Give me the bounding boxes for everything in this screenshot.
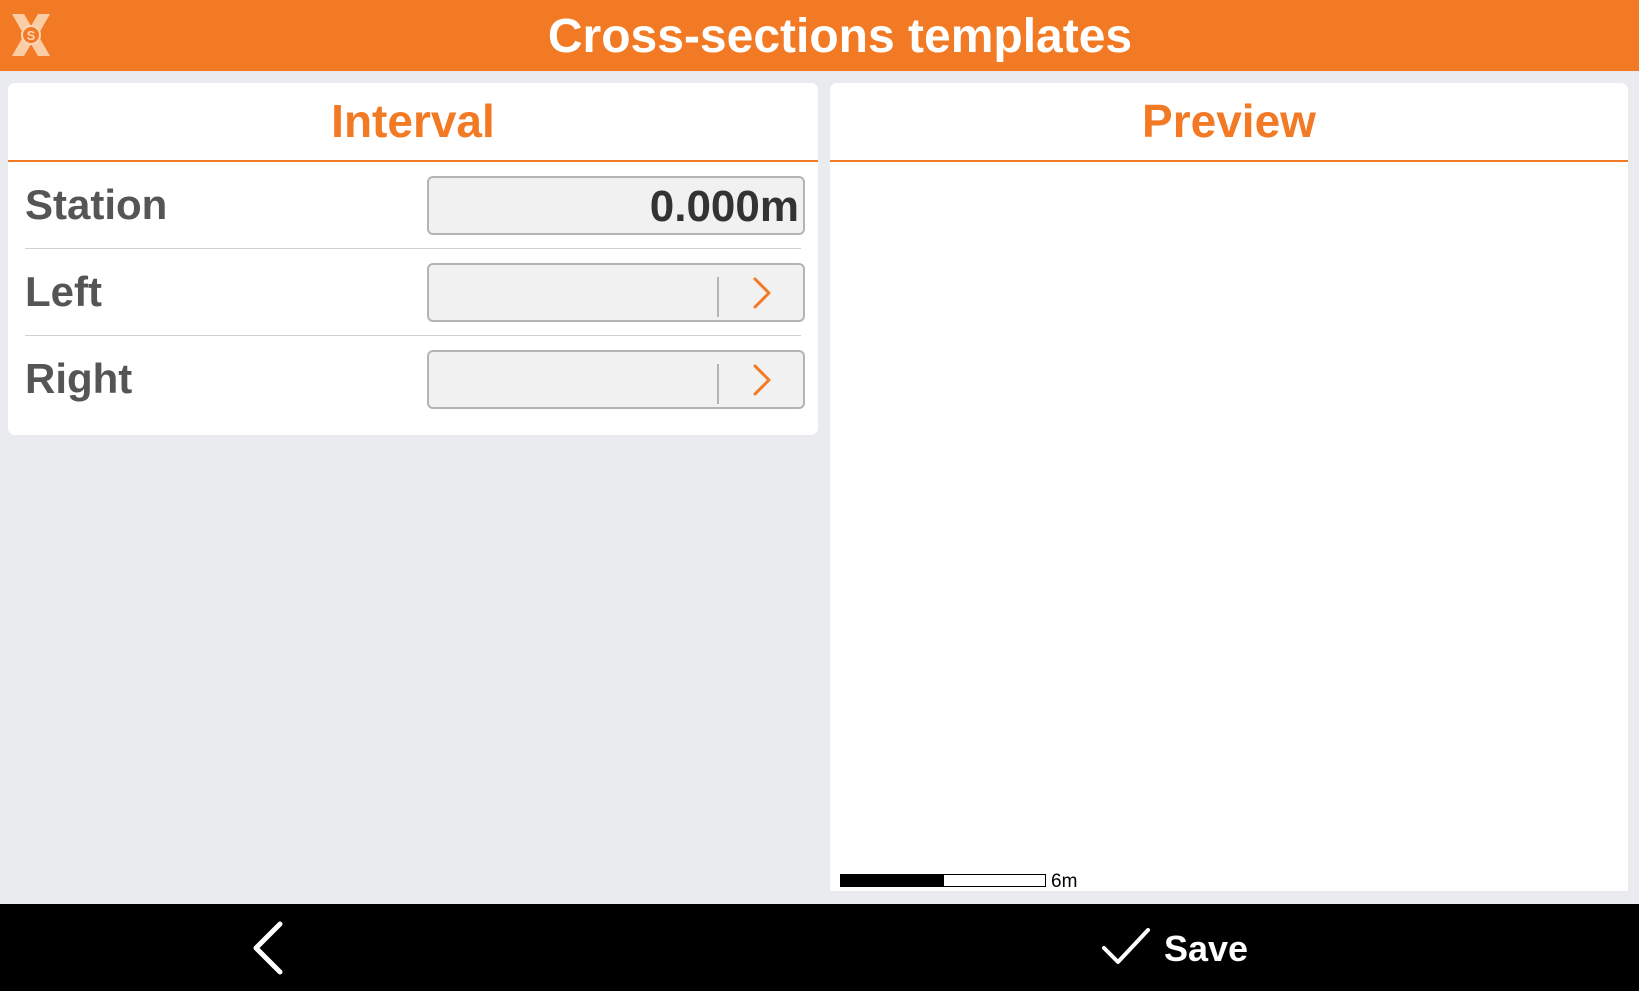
chevron-right-icon[interactable]	[745, 361, 779, 399]
station-value: 0.000m	[649, 182, 799, 231]
checkmark-icon	[1102, 928, 1150, 964]
right-selector[interactable]	[427, 350, 805, 409]
right-label: Right	[25, 355, 133, 402]
station-input[interactable]: 0.000m	[427, 176, 805, 235]
preview-heading: Preview	[830, 83, 1628, 162]
preview-panel: Preview 6m	[830, 83, 1628, 892]
app-header: S Cross-sections templates	[0, 0, 1639, 71]
scale-label: 6m	[1051, 871, 1078, 892]
left-divider	[717, 277, 719, 317]
right-row[interactable]: Right	[25, 336, 805, 422]
station-label: Station	[25, 181, 168, 228]
scale-bar-fill	[841, 875, 944, 886]
chevron-right-icon[interactable]	[745, 274, 779, 312]
interval-panel: Interval Station 0.000m Left Right	[8, 83, 818, 435]
station-row: Station 0.000m	[25, 162, 805, 249]
right-divider	[717, 364, 719, 404]
interval-heading: Interval	[8, 83, 818, 162]
save-label: Save	[1164, 928, 1249, 969]
footer-bar: Save	[0, 904, 1639, 991]
back-button[interactable]	[240, 918, 300, 978]
scale-bar-track	[840, 874, 1046, 887]
page-title: Cross-sections templates	[547, 10, 1133, 63]
left-selector[interactable]	[427, 263, 805, 322]
left-label: Left	[25, 268, 102, 315]
left-row[interactable]: Left	[25, 249, 805, 336]
scale-bar: 6m	[840, 871, 1090, 892]
chevron-left-icon	[253, 921, 283, 975]
save-button[interactable]: Save	[1100, 918, 1280, 978]
